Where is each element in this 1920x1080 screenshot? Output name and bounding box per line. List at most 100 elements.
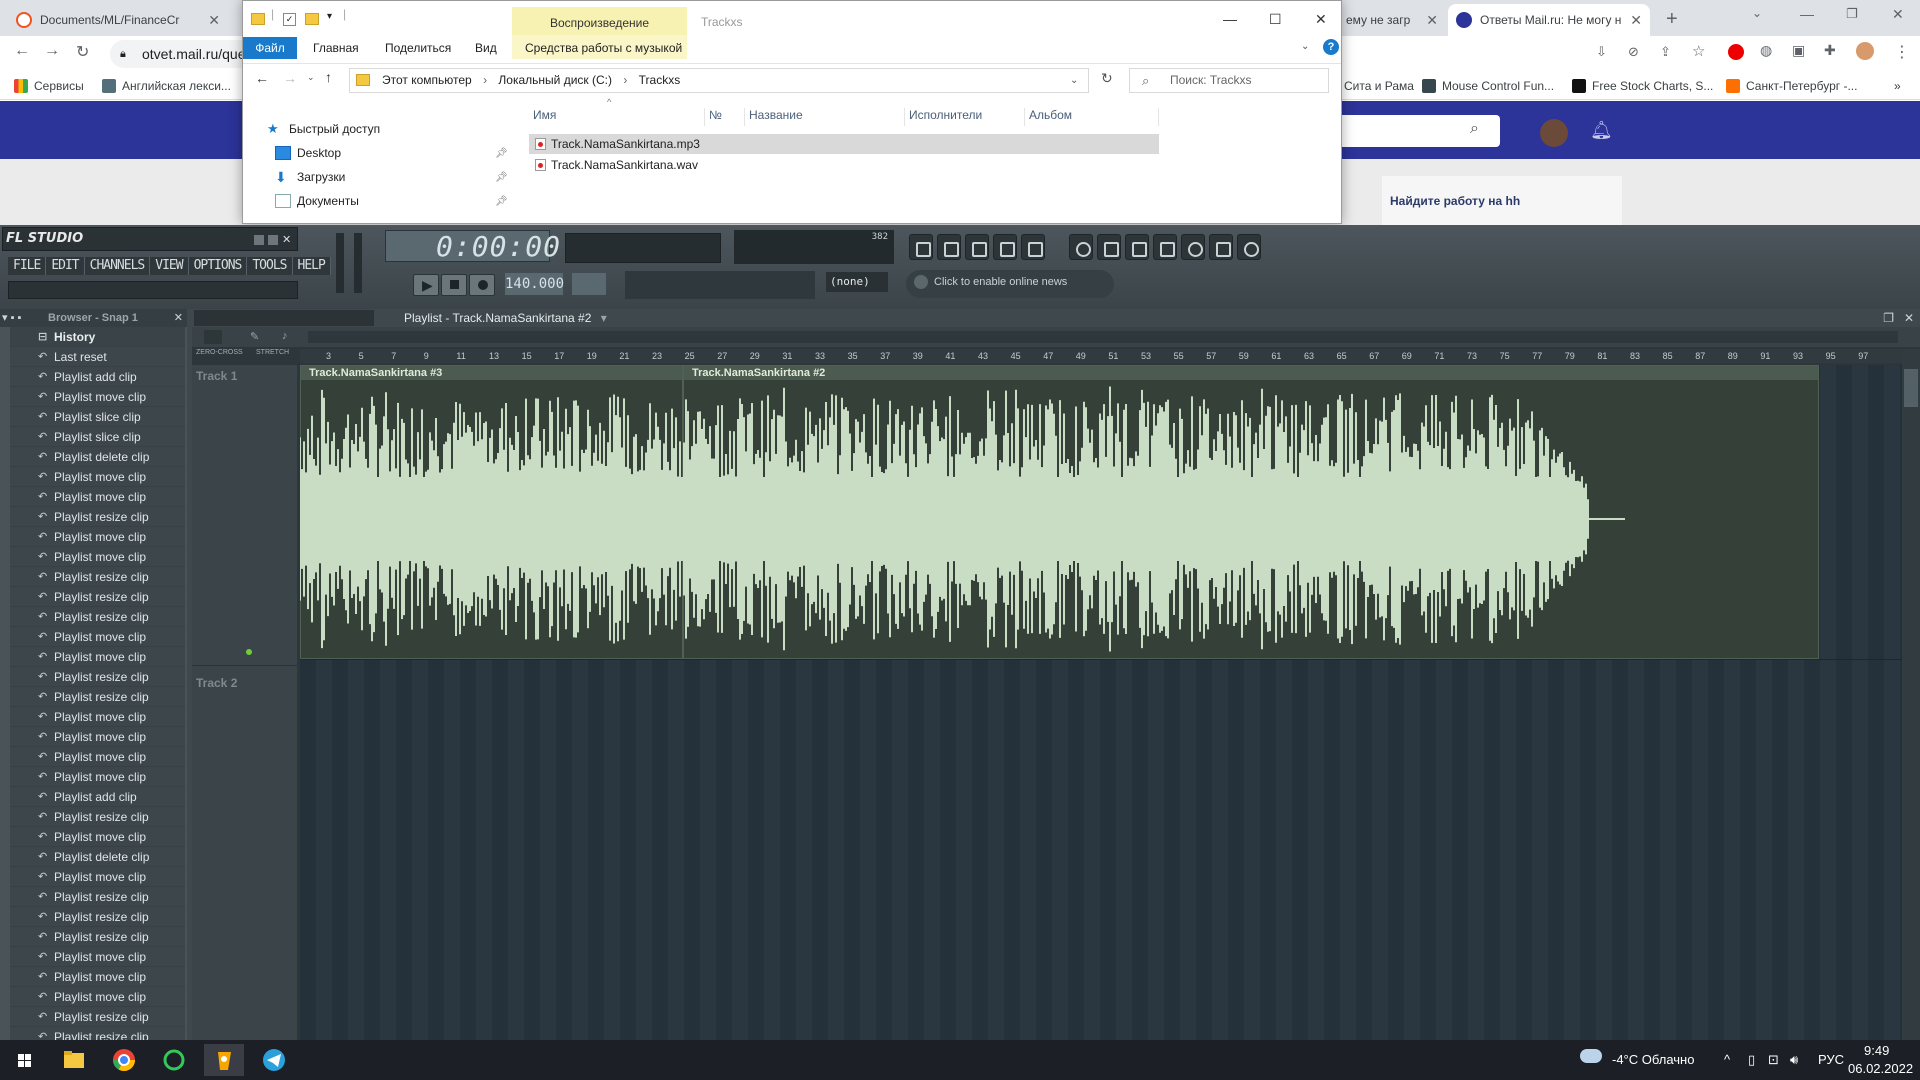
scroll-thumb[interactable] (1904, 369, 1918, 407)
pattern-selector[interactable]: (none) (826, 272, 888, 292)
browser-view-icon[interactable] (993, 234, 1017, 260)
piano-roll-icon[interactable] (965, 234, 989, 260)
history-item[interactable]: Playlist move clip (10, 647, 185, 667)
close-window-icon[interactable]: ✕ (1892, 6, 1904, 23)
column-artists[interactable]: Исполнители (905, 108, 1025, 126)
playlist-toolbar[interactable] (194, 310, 374, 326)
cloud-icon[interactable] (1580, 1049, 1602, 1063)
menu-options[interactable]: OPTIONS (188, 257, 248, 275)
address-bar[interactable]: Этот компьютер › Локальный диск (C:) › T… (349, 68, 1089, 93)
history-item[interactable]: Playlist resize clip (10, 587, 185, 607)
bookmark-stock-charts[interactable]: Free Stock Charts, S... (1572, 79, 1713, 93)
render-icon[interactable] (1153, 234, 1177, 260)
history-item[interactable]: Playlist delete clip (10, 447, 185, 467)
recording-options[interactable] (625, 271, 815, 299)
pin-icon[interactable]: 📌︎ (495, 172, 508, 183)
menu-dots-icon[interactable]: ⋮ (1894, 42, 1910, 62)
vertical-scrollbar[interactable] (1902, 349, 1920, 1040)
zero-cross-toggle[interactable]: ZERO-CROSS (196, 349, 243, 356)
dropdown-icon[interactable]: ▾ (601, 311, 607, 325)
tab-view[interactable]: Вид (475, 41, 497, 55)
time-display[interactable]: 0:00:00 (385, 230, 560, 263)
mail-search-input[interactable]: ⌕ (1340, 115, 1500, 147)
project-info-icon[interactable] (1209, 234, 1233, 260)
close-icon[interactable]: ✕ (174, 309, 183, 327)
back-icon[interactable]: ← (255, 70, 269, 86)
history-item[interactable]: Playlist move clip (10, 747, 185, 767)
back-icon[interactable]: ← (14, 42, 30, 60)
timeline-ruler[interactable]: 3 5 7 9 11 13 15 17 19 21 23 25 27 29 31 33 35 37 39 41 43 45… (300, 349, 1912, 363)
history-item[interactable]: Playlist move clip (10, 707, 185, 727)
history-item[interactable]: Playlist move clip (10, 867, 185, 887)
history-item[interactable]: Playlist resize clip (10, 607, 185, 627)
recent-dropdown-icon[interactable]: ⌄ (307, 72, 315, 83)
up-icon[interactable]: ↑ (325, 69, 332, 85)
nav-quick-access[interactable]: ★ Быстрый доступ (267, 122, 380, 137)
taskbar-chrome[interactable] (104, 1044, 144, 1076)
history-item[interactable]: Last reset (10, 347, 185, 367)
history-item[interactable]: Playlist resize clip (10, 687, 185, 707)
history-item[interactable]: Playlist move clip (10, 967, 185, 987)
history-item[interactable]: Playlist move clip (10, 547, 185, 567)
playlist-view-icon[interactable] (909, 234, 933, 260)
column-number[interactable]: № (705, 108, 745, 126)
tool-icon[interactable]: ✎ (250, 330, 259, 343)
save-as-icon[interactable] (1097, 234, 1121, 260)
device-icon[interactable]: ▯ (1748, 1052, 1755, 1068)
note-icon[interactable]: ♪ (282, 330, 288, 342)
tab-music-tools[interactable]: Средства работы с музыкой (525, 41, 682, 55)
bookmark-sita-rama[interactable]: Сита и Рама (1344, 79, 1414, 93)
stretch-toggle[interactable]: STRETCH (256, 349, 289, 356)
restore-icon[interactable]: ❐ (1846, 6, 1858, 22)
new-folder-icon[interactable] (305, 13, 319, 25)
history-item[interactable]: Playlist resize clip (10, 507, 185, 527)
tab-home[interactable]: Главная (313, 41, 359, 55)
bookmark-spb[interactable]: Санкт-Петербург -... (1726, 79, 1857, 93)
nav-desktop[interactable]: Desktop (275, 146, 341, 160)
tab-file[interactable]: Файл (243, 37, 297, 59)
volume-icon[interactable]: 🔊︎ (1790, 1052, 1798, 1068)
network-icon[interactable]: ⊡ (1768, 1052, 1779, 1068)
history-item[interactable]: Playlist resize clip (10, 807, 185, 827)
history-item[interactable]: Playlist move clip (10, 487, 185, 507)
maximize-icon[interactable] (268, 235, 278, 245)
nav-documents[interactable]: Документы (275, 194, 359, 208)
search-icon[interactable] (1181, 234, 1205, 260)
hide-icon[interactable]: ⊘ (1628, 44, 1639, 60)
tab-share[interactable]: Поделиться (385, 41, 451, 55)
track-2-label[interactable]: Track 2 (196, 676, 237, 690)
globe-icon[interactable]: ◍ (1760, 42, 1772, 59)
taskbar-app-green[interactable] (154, 1044, 194, 1076)
history-item[interactable]: Playlist move clip (10, 387, 185, 407)
expand-ribbon-icon[interactable]: ⌄ (1301, 41, 1309, 52)
puzzle-icon[interactable]: ✚ (1824, 42, 1836, 59)
tab-search-icon[interactable]: ⌄ (1752, 6, 1762, 20)
history-item[interactable]: Playlist move clip (10, 627, 185, 647)
help-icon[interactable] (1237, 234, 1261, 260)
play-button[interactable]: ▶ (413, 274, 439, 296)
history-item[interactable]: Playlist add clip (10, 367, 185, 387)
start-button[interactable] (4, 1044, 44, 1076)
ad-card-title[interactable]: Найдите работу на hh (1382, 176, 1622, 225)
history-item[interactable]: Playlist slice clip (10, 407, 185, 427)
online-news[interactable]: Click to enable online news (906, 270, 1114, 298)
history-item[interactable]: Playlist delete clip (10, 847, 185, 867)
close-tab-icon[interactable]: ✕ (1622, 12, 1642, 29)
new-tab-icon[interactable]: + (1666, 8, 1678, 31)
column-album[interactable]: Альбом (1025, 108, 1159, 126)
horizontal-scrollbar[interactable] (308, 331, 1898, 343)
bookmark-mouse-control[interactable]: Mouse Control Fun... (1422, 79, 1554, 93)
restore-icon[interactable]: ❐ (1883, 309, 1894, 327)
search-input[interactable]: ⌕ Поиск: Trackxs (1129, 68, 1329, 93)
user-avatar[interactable] (1540, 119, 1568, 147)
column-name[interactable]: Имя (529, 108, 705, 126)
column-title[interactable]: Название (745, 108, 905, 126)
close-tab-icon[interactable]: ✕ (1418, 12, 1438, 29)
file-row-wav[interactable]: Track.NamaSankirtana.wav (529, 155, 1159, 175)
breadcrumb-folder[interactable]: Trackxs (639, 73, 681, 87)
nav-downloads[interactable]: ⬇ Загрузки (275, 170, 345, 184)
history-item[interactable]: Playlist move clip (10, 987, 185, 1007)
mixer-icon[interactable] (1021, 234, 1045, 260)
breadcrumb-drive[interactable]: Локальный диск (C:) (498, 73, 612, 87)
close-icon[interactable]: ✕ (282, 233, 291, 246)
